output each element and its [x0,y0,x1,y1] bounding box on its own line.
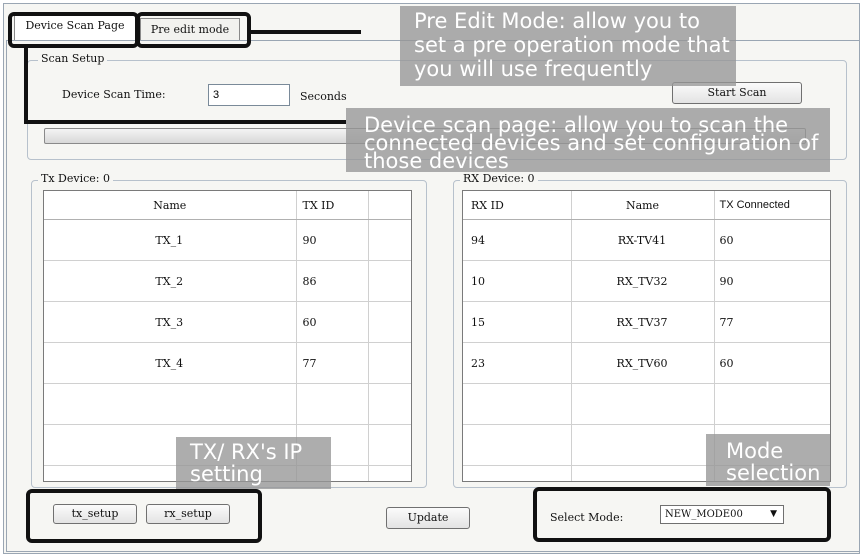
rx-table-cell: 15 [463,301,572,343]
tx-table-row[interactable]: TX_2 86 [44,260,411,302]
rx-table-row[interactable]: 10 RX_TV32 90 [463,260,830,302]
rx-table-cell [463,465,572,481]
rx-col-name[interactable]: Name [571,191,715,220]
tx-table-cell [296,383,369,425]
rx-table-cell: 23 [463,342,572,384]
connector-pre-edit [251,30,361,34]
rx-table-cell: RX_TV32 [571,260,715,302]
rx-table-cell: 10 [463,260,572,302]
tx-table-cell: 90 [296,219,369,261]
tx-col-name[interactable]: Name [44,191,297,220]
rx-table-cell: 94 [463,219,572,261]
tx-table-cell [368,424,411,466]
scan-time-input[interactable] [208,84,290,106]
tx-table-cell [368,301,411,343]
tx-table-header: Name TX ID [44,191,411,220]
tx-table-cell: TX_2 [44,260,297,302]
callout-ip-setting: TX/ RX's IP setting [176,437,331,489]
tx-table-row[interactable]: TX_3 60 [44,301,411,343]
tx-table-cell [368,260,411,302]
update-button[interactable]: Update [386,507,470,529]
rx-table-cell [571,424,715,466]
tx-table-cell: TX_3 [44,301,297,343]
rx-table-row[interactable] [463,383,830,425]
scan-time-label: Device Scan Time: [62,88,166,101]
callout-pre-edit-mode: Pre Edit Mode: allow you to set a pre op… [400,6,736,86]
rx-table-cell: 90 [714,260,830,302]
rx-table-header: RX ID Name TX Connected [463,191,830,220]
tx-table-cell: 86 [296,260,369,302]
scan-time-unit: Seconds [300,90,347,103]
tx-col-extra [368,191,411,220]
tx-table-row[interactable]: TX_4 77 [44,342,411,384]
highlight-mode-selection [533,487,831,542]
callout-mode-selection: Mode selection [706,434,830,486]
rx-col-tx-connected[interactable]: TX Connected [714,191,830,220]
rx-col-id[interactable]: RX ID [463,191,572,220]
rx-table-row[interactable]: 15 RX_TV37 77 [463,301,830,343]
rx-table-cell [714,383,830,425]
scan-setup-legend: Scan Setup [38,52,108,65]
rx-table-cell: 77 [714,301,830,343]
tx-table-cell [368,342,411,384]
tx-table-row[interactable] [44,383,411,425]
rx-table-cell: RX_TV60 [571,342,715,384]
rx-table-cell [463,424,572,466]
highlight-pre-edit-tab [136,12,251,48]
rx-table-row[interactable]: 23 RX_TV60 60 [463,342,830,384]
callout-device-scan-page: Device scan page: allow you to scan the … [346,108,830,172]
tx-table-cell [368,383,411,425]
tx-device-legend: Tx Device: 0 [38,172,113,185]
tx-col-id[interactable]: TX ID [296,191,369,220]
tx-table-cell [44,383,297,425]
connector-scan-page-horizontal [24,120,346,124]
rx-device-legend: RX Device: 0 [460,172,538,185]
rx-table-cell [463,383,572,425]
tx-table-cell: 60 [296,301,369,343]
tx-table-cell: TX_1 [44,219,297,261]
highlight-device-scan-tab [8,12,139,48]
rx-table-row[interactable]: 94 RX-TV41 60 [463,219,830,261]
highlight-ip-setting [26,489,262,543]
rx-table-cell [571,383,715,425]
tx-table-cell [368,465,411,481]
rx-table-cell: 60 [714,219,830,261]
tx-table-row[interactable]: TX_1 90 [44,219,411,261]
tx-table-cell: 77 [296,342,369,384]
rx-table-cell: 60 [714,342,830,384]
tx-table-cell [368,219,411,261]
connector-scan-page-vertical [24,48,28,124]
rx-table-cell: RX_TV37 [571,301,715,343]
tx-table-cell: TX_4 [44,342,297,384]
rx-table-cell: RX-TV41 [571,219,715,261]
rx-table-cell [571,465,715,481]
